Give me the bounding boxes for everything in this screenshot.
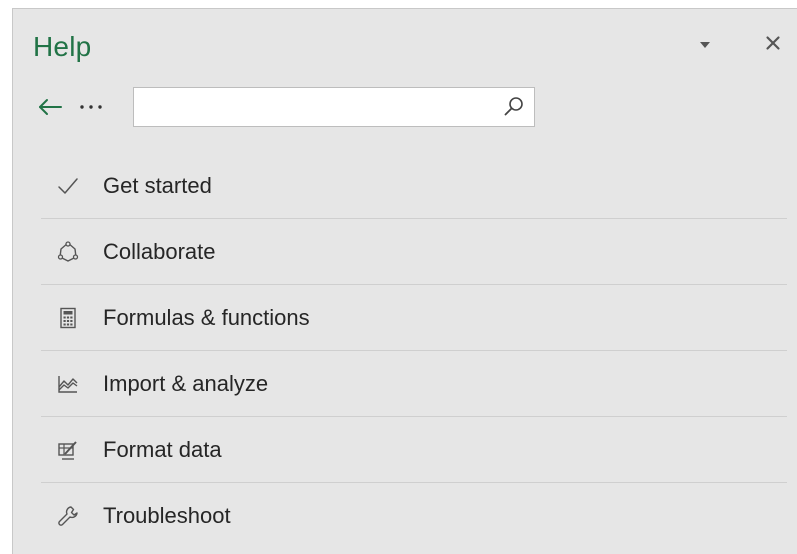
pane-title: Help (33, 31, 92, 62)
list-item-formulas-functions[interactable]: Formulas & functions (41, 285, 787, 351)
list-item-collaborate[interactable]: Collaborate (41, 219, 787, 285)
wrench-icon (53, 501, 83, 531)
format-icon (53, 435, 83, 465)
list-item-troubleshoot[interactable]: Troubleshoot (41, 483, 787, 549)
list-item-label: Collaborate (103, 238, 216, 264)
list-item-label: Formulas & functions (103, 304, 310, 330)
arrow-left-icon (39, 99, 62, 115)
pane-options-button[interactable] (691, 33, 719, 57)
list-item-label: Import & analyze (103, 370, 269, 396)
checkmark-icon (53, 171, 83, 201)
back-button[interactable] (35, 95, 65, 119)
help-pane: Help Get started Collaborate Formulas & … (12, 8, 797, 554)
list-item-label: Get started (103, 172, 212, 198)
close-icon (766, 36, 780, 50)
list-item-label: Troubleshoot (103, 503, 231, 528)
search-box (133, 87, 535, 127)
chevron-down-icon (700, 42, 710, 48)
ellipsis-icon (80, 105, 102, 109)
help-topics-list: Get started Collaborate Formulas & funct… (41, 153, 787, 549)
more-options-button[interactable] (71, 95, 111, 119)
close-button[interactable] (759, 29, 787, 57)
list-item-label: Format data (103, 436, 222, 462)
list-item-import-analyze[interactable]: Import & analyze (41, 351, 787, 417)
list-item-format-data[interactable]: Format data (41, 417, 787, 483)
collaborate-icon (53, 237, 83, 267)
list-item-get-started[interactable]: Get started (41, 153, 787, 219)
search-icon[interactable] (502, 95, 526, 119)
calculator-icon (53, 303, 83, 333)
search-input[interactable] (134, 88, 494, 126)
chart-icon (53, 369, 83, 399)
